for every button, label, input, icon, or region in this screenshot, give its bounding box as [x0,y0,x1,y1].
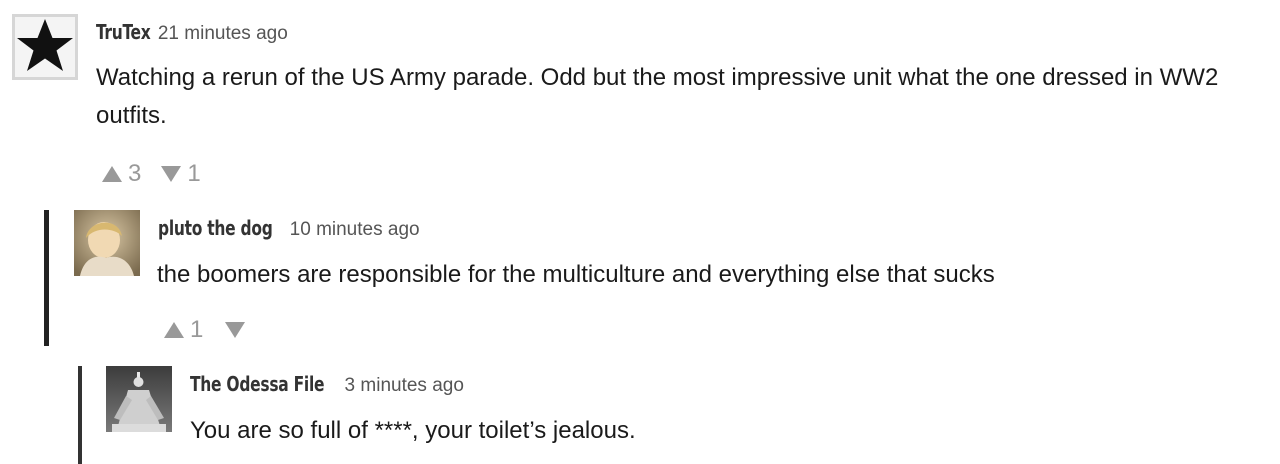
upvote-button[interactable]: 1 [164,316,203,344]
vote-controls: 3 1 [102,160,201,188]
comment-text: Watching a rerun of the US Army parade. … [96,64,1219,129]
author-name[interactable]: The Odessa File [190,372,324,396]
upvote-count: 1 [190,316,204,343]
avatar[interactable] [74,210,140,276]
comment-text: You are so full of ****, your toilet’s j… [190,417,636,444]
timestamp[interactable]: 3 minutes ago [345,375,464,396]
upvote-icon [164,322,184,338]
upvote-button[interactable]: 3 [102,160,141,188]
star-icon [12,14,78,80]
upvote-icon [102,166,122,182]
downvote-count: 1 [187,160,201,187]
portrait-avatar [74,210,140,276]
comment-pluto-the-dog: pluto the dog 10 minutes ago the boomers… [0,200,1280,360]
author-name[interactable]: TruTex [96,20,151,44]
downvote-icon [161,166,182,182]
avatar[interactable] [12,14,78,80]
upvote-count: 3 [128,160,142,187]
statue-avatar [106,366,172,432]
vote-controls: 1 [164,316,251,344]
timestamp[interactable]: 21 minutes ago [158,23,288,44]
comment-the-odessa-file: The Odessa File 3 minutes ago You are so… [0,360,1280,464]
author-name[interactable]: pluto the dog [158,216,273,240]
avatar[interactable] [106,366,172,432]
comment-meta: TruTex 21 minutes ago [96,20,288,45]
comment-meta: The Odessa File 3 minutes ago [190,372,464,397]
downvote-button[interactable]: 1 [161,160,201,188]
timestamp[interactable]: 10 minutes ago [290,219,420,240]
comment-trutex: TruTex 21 minutes ago Watching a rerun o… [0,0,1280,200]
downvote-icon [225,322,246,338]
downvote-button[interactable] [225,322,251,338]
comment-text: the boomers are responsible for the mult… [157,261,995,288]
comment-meta: pluto the dog 10 minutes ago [158,216,420,241]
